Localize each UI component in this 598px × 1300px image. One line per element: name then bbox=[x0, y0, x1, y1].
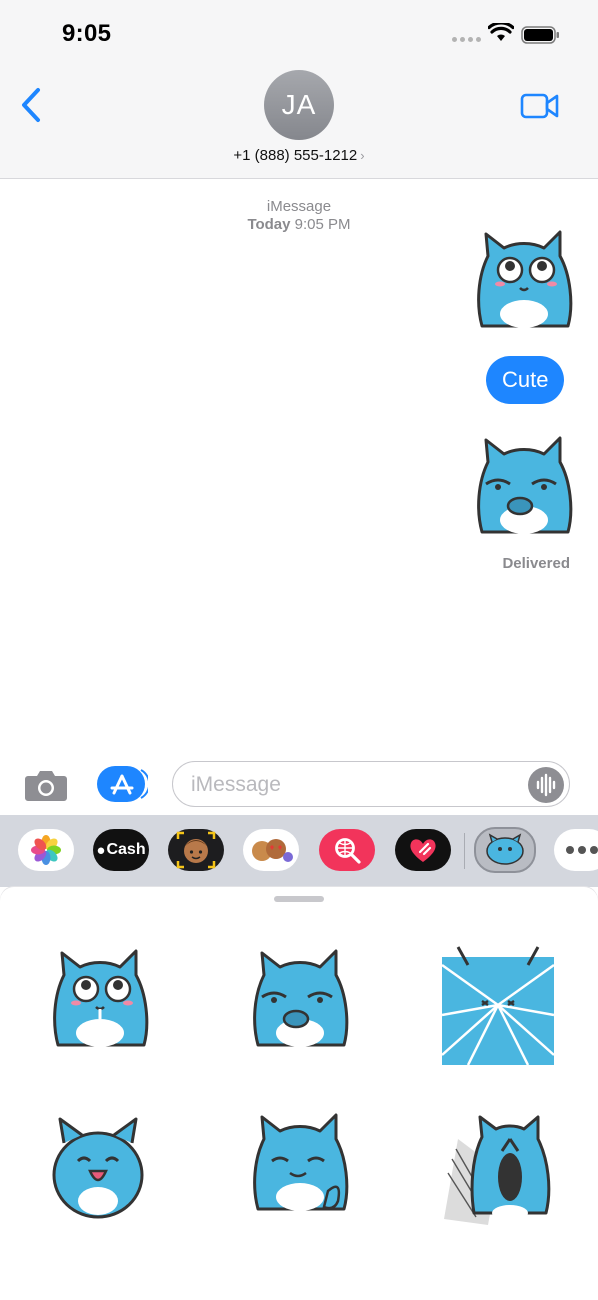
chevron-right-icon: › bbox=[360, 148, 365, 163]
sticker-thumbs-up-cat[interactable] bbox=[238, 1109, 358, 1229]
memoji-stickers-app-icon[interactable] bbox=[243, 829, 299, 871]
message-bubble-cute[interactable]: Cute bbox=[486, 356, 565, 404]
avatar-initials: JA bbox=[281, 89, 317, 120]
app-strip-divider bbox=[464, 833, 465, 869]
sticker-message-cute-cat[interactable] bbox=[462, 226, 582, 346]
timestamp-day: Today bbox=[247, 216, 291, 233]
wifi-icon bbox=[488, 23, 514, 41]
cash-label: Cash bbox=[106, 841, 146, 858]
status-time: 9:05 bbox=[62, 20, 112, 47]
audio-message-button[interactable] bbox=[528, 767, 564, 803]
app-store-icon[interactable] bbox=[96, 766, 148, 802]
digital-touch-app-icon[interactable] bbox=[395, 829, 451, 871]
web-search-app-icon[interactable] bbox=[319, 829, 375, 871]
sticker-pack-app-icon[interactable] bbox=[474, 827, 536, 873]
status-bar: 9:05 bbox=[0, 0, 598, 64]
back-chevron-icon[interactable] bbox=[18, 86, 44, 124]
sticker-drawer bbox=[0, 887, 598, 1300]
battery-icon bbox=[521, 26, 559, 44]
timestamp-time: 9:05 PM bbox=[294, 216, 351, 233]
sticker-shocked-cat[interactable] bbox=[438, 945, 558, 1065]
sticker-cute-cat[interactable] bbox=[38, 945, 158, 1065]
message-input[interactable]: iMessage bbox=[172, 761, 570, 807]
sticker-yelling-cat[interactable] bbox=[438, 1109, 558, 1229]
delivered-status: Delivered bbox=[502, 555, 570, 572]
sticker-smug-cat[interactable] bbox=[238, 945, 358, 1065]
more-apps-icon[interactable] bbox=[554, 829, 598, 871]
conversation-header: JA +1 (888) 555-1212 › bbox=[0, 64, 598, 179]
imessage-app-strip: ● Cash bbox=[0, 815, 598, 887]
service-label: iMessage bbox=[266, 198, 332, 215]
photos-app-icon[interactable] bbox=[18, 829, 74, 871]
message-input-placeholder: iMessage bbox=[191, 773, 281, 796]
camera-icon[interactable] bbox=[24, 768, 68, 802]
apple-logo-icon: ● bbox=[96, 841, 106, 859]
contact-avatar[interactable]: JA bbox=[264, 70, 334, 140]
apple-cash-app-icon[interactable]: ● Cash bbox=[93, 829, 149, 871]
sticker-message-smug-cat[interactable] bbox=[462, 432, 582, 547]
drawer-grabber[interactable] bbox=[274, 896, 324, 902]
cellular-signal-icon bbox=[452, 37, 482, 43]
facetime-video-icon[interactable] bbox=[520, 91, 560, 121]
contact-phone: +1 (888) 555-1212 bbox=[233, 147, 358, 164]
waveform-icon bbox=[536, 773, 556, 797]
contact-name-button[interactable]: +1 (888) 555-1212 › bbox=[0, 147, 598, 164]
memoji-app-icon[interactable] bbox=[168, 829, 224, 871]
sticker-happy-cat[interactable] bbox=[38, 1109, 158, 1229]
